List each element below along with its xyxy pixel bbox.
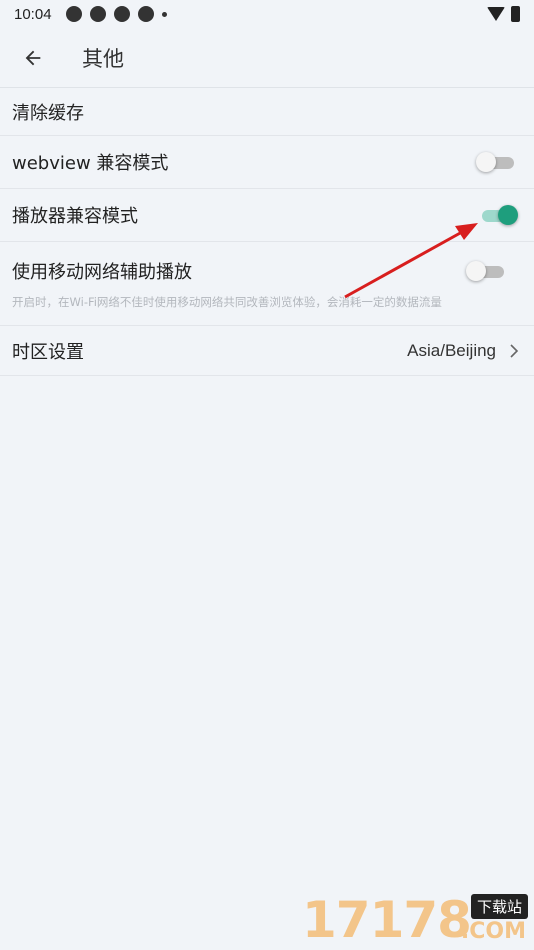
notification-app-icon	[89, 6, 106, 22]
back-arrow-icon[interactable]	[18, 43, 48, 73]
player-compat-row[interactable]: 播放器兼容模式	[0, 189, 534, 242]
watermark-badge: 下载站	[470, 894, 528, 919]
notification-icons	[65, 6, 167, 22]
notification-app-icon	[113, 6, 130, 22]
watermark-digits: 17178	[302, 891, 472, 949]
page-title: 其他	[82, 46, 124, 71]
switch-thumb	[466, 260, 486, 281]
webview-compat-label: webview 兼容模式	[12, 153, 169, 174]
notification-app-icon	[137, 6, 154, 22]
watermark-domain: .COM	[460, 919, 526, 944]
player-compat-switch[interactable]	[476, 204, 518, 226]
status-bar: 10:04	[0, 0, 534, 28]
webview-compat-row[interactable]: webview 兼容模式	[0, 136, 534, 189]
timezone-label: 时区设置	[12, 341, 84, 363]
notification-more-icon	[161, 11, 167, 17]
mobile-assist-description: 开启时，在Wi-Fi网络不佳时使用移动网络共同改善浏览体验，会消耗一定的数据流量	[12, 294, 442, 309]
mobile-assist-switch[interactable]	[466, 260, 508, 282]
wifi-icon	[487, 7, 505, 21]
webview-compat-switch[interactable]	[476, 151, 518, 173]
timezone-value: Asia/Beijing	[407, 340, 496, 360]
notification-app-icon	[65, 6, 82, 22]
switch-thumb	[498, 205, 518, 225]
clear-cache-label: 清除缓存	[12, 102, 84, 124]
timezone-row[interactable]: 时区设置 Asia/Beijing	[0, 326, 534, 376]
status-time: 10:04	[14, 5, 52, 23]
app-bar: 其他	[0, 28, 534, 88]
battery-icon	[511, 6, 520, 22]
mobile-assist-label: 使用移动网络辅助播放	[12, 261, 192, 283]
mobile-assist-row[interactable]: 使用移动网络辅助播放 开启时，在Wi-Fi网络不佳时使用移动网络共同改善浏览体验…	[0, 242, 534, 326]
site-watermark: 17178 下载站 .COM	[302, 888, 532, 948]
chevron-right-icon	[508, 343, 522, 358]
player-compat-label: 播放器兼容模式	[12, 206, 138, 227]
clear-cache-row[interactable]: 清除缓存	[0, 88, 534, 136]
switch-thumb	[476, 152, 496, 172]
